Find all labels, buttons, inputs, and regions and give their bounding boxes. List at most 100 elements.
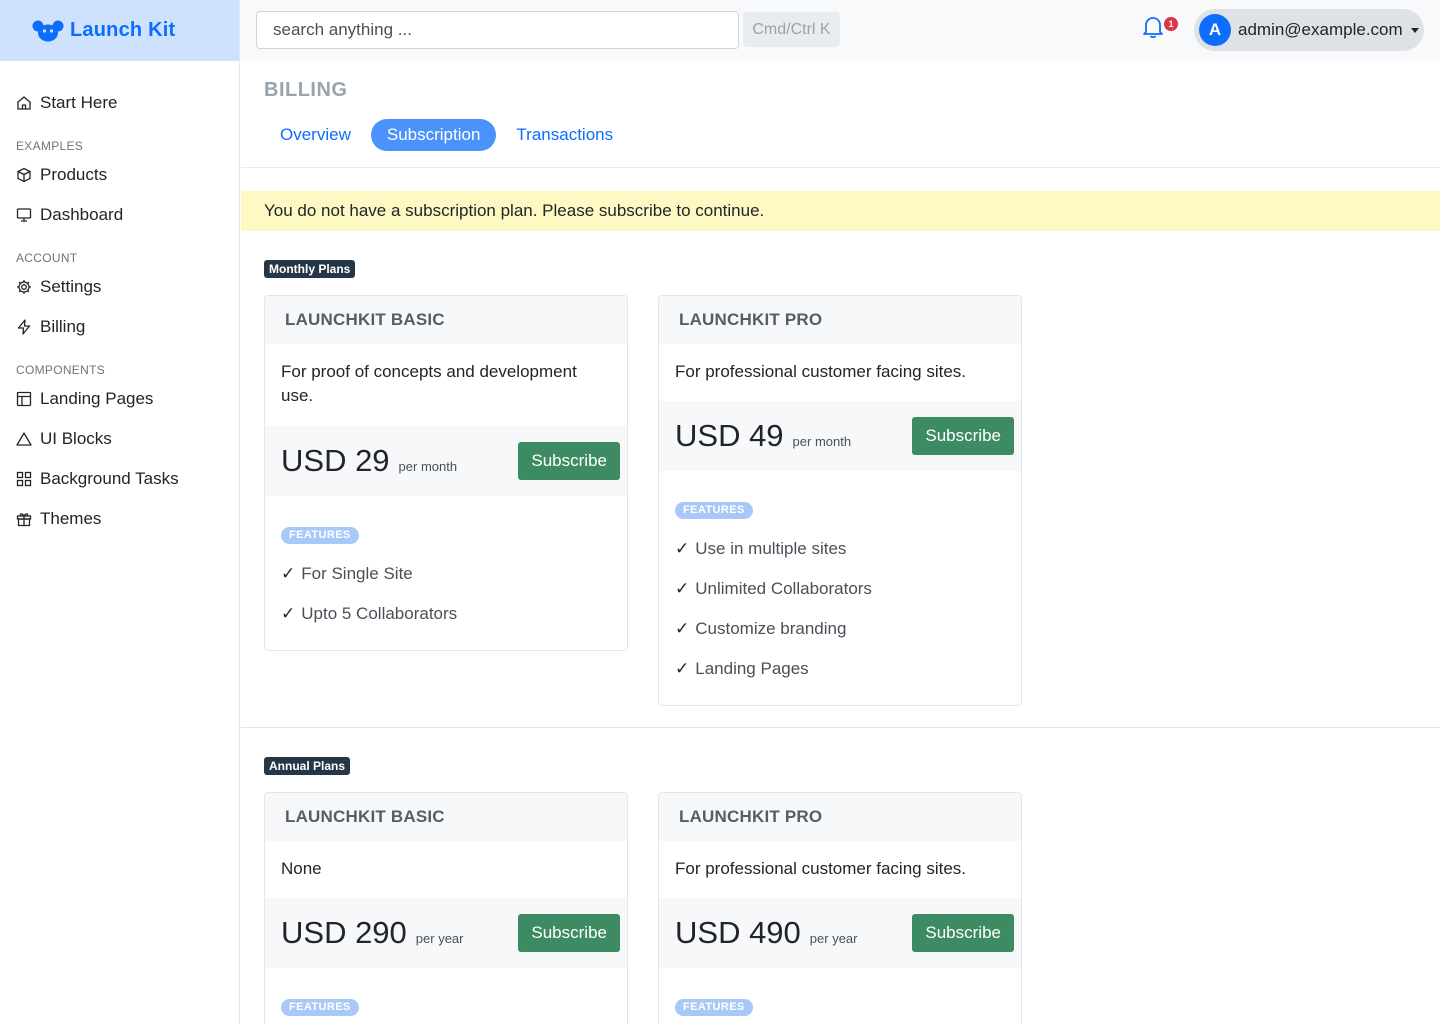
feature-item: ✓ Unlimited Collaborators xyxy=(675,569,1005,609)
chevron-down-icon xyxy=(1410,27,1419,33)
plan-card-annual-basic: LAUNCHKIT BASIC None USD 290 per year Su… xyxy=(264,792,628,1024)
price-row: USD 29 per month Subscribe xyxy=(265,426,627,496)
plan-card-monthly-basic: LAUNCHKIT BASIC For proof of concepts an… xyxy=(264,295,628,651)
sidebar-section-examples: EXAMPLES xyxy=(16,139,84,153)
main-content: BILLING Overview Subscription Transactio… xyxy=(241,61,1440,1024)
feature-text: Use in multiple sites xyxy=(695,538,847,558)
user-menu[interactable]: A admin@example.com xyxy=(1194,9,1424,51)
section-divider xyxy=(241,727,1440,728)
plan-description: For proof of concepts and development us… xyxy=(281,362,577,405)
plan-period: per month xyxy=(398,458,458,474)
sidebar-item-label: UI Blocks xyxy=(40,429,112,448)
sidebar-item-ui-blocks[interactable]: UI Blocks xyxy=(0,419,239,459)
sidebar-item-start-here[interactable]: Start Here xyxy=(0,83,239,123)
subscription-alert: You do not have a subscription plan. Ple… xyxy=(241,191,1440,231)
topbar: Cmd/Ctrl K 1 A admin@example.com xyxy=(240,0,1440,61)
tab-subscription[interactable]: Subscription xyxy=(370,119,497,151)
features-badge: FEATURES xyxy=(281,998,359,1016)
subscribe-button[interactable]: Subscribe xyxy=(912,914,1014,952)
plan-card-monthly-pro: LAUNCHKIT PRO For professional customer … xyxy=(658,295,1022,706)
subscribe-button[interactable]: Subscribe xyxy=(912,417,1014,455)
sidebar-item-label: Background Tasks xyxy=(40,469,179,488)
sidebar-item-label: Themes xyxy=(40,509,102,528)
tab-overview[interactable]: Overview xyxy=(264,119,367,151)
sidebar-item-products[interactable]: Products xyxy=(0,155,239,195)
notification-count-badge: 1 xyxy=(1164,17,1178,31)
bell-icon[interactable] xyxy=(1142,15,1168,41)
brand[interactable]: Launch Kit xyxy=(0,0,239,61)
sidebar-item-background-tasks[interactable]: Background Tasks xyxy=(0,459,239,499)
annual-plans-badge: Annual Plans xyxy=(264,757,351,775)
billing-tabs: Overview Subscription Transactions xyxy=(264,119,633,151)
feature-text: For Single Site xyxy=(301,563,413,583)
features-section: FEATURES xyxy=(659,968,1021,1024)
plan-price: USD 290 xyxy=(281,915,407,950)
sidebar-item-landing-pages[interactable]: Landing Pages xyxy=(0,379,239,419)
plan-period: per month xyxy=(792,433,852,449)
monitor-icon xyxy=(16,207,32,223)
gear-icon xyxy=(16,279,32,295)
sidebar-item-label: Products xyxy=(40,165,108,184)
avatar: A xyxy=(1199,14,1231,46)
sidebar-item-settings[interactable]: Settings xyxy=(0,267,239,307)
check-icon: ✓ xyxy=(675,538,690,558)
features-list: ✓ For Single Site ✓ Upto 5 Collaborators xyxy=(281,554,611,634)
features-section: FEATURES ✓ For Single Site ✓ Upto 5 Collab… xyxy=(265,496,627,650)
tab-transactions[interactable]: Transactions xyxy=(500,119,629,151)
price-row: USD 490 per year Subscribe xyxy=(659,898,1021,968)
plan-name: LAUNCHKIT PRO xyxy=(659,793,1021,841)
grid-icon xyxy=(16,471,32,487)
layout-icon xyxy=(16,391,32,407)
brand-name: Launch Kit xyxy=(70,19,176,41)
features-list: ✓ Use in multiple sites ✓ Unlimited Collab… xyxy=(675,529,1005,689)
page-header: BILLING Overview Subscription Transactio… xyxy=(241,61,1440,168)
features-badge: FEATURES xyxy=(281,526,359,544)
plan-card-annual-pro: LAUNCHKIT PRO For professional customer … xyxy=(658,792,1022,1024)
feature-item: ✓ Customize branding xyxy=(675,609,1005,649)
sidebar-nav: Start Here EXAMPLES Products Dashboard A… xyxy=(0,61,239,539)
check-icon: ✓ xyxy=(281,603,296,623)
feature-text: Unlimited Collaborators xyxy=(695,578,872,598)
sidebar-item-label: Settings xyxy=(40,277,102,296)
user-email: admin@example.com xyxy=(1238,20,1403,39)
plan-period: per year xyxy=(809,930,858,946)
feature-item: ✓ For Single Site xyxy=(281,554,611,594)
plan-name: LAUNCHKIT BASIC xyxy=(265,296,627,344)
sidebar-item-dashboard[interactable]: Dashboard xyxy=(0,195,239,235)
search-shortcut-hint: Cmd/Ctrl K xyxy=(743,12,840,47)
sidebar-item-billing[interactable]: Billing xyxy=(0,307,239,347)
sidebar-item-themes[interactable]: Themes xyxy=(0,499,239,539)
check-icon: ✓ xyxy=(675,578,690,598)
check-icon: ✓ xyxy=(675,618,690,638)
subscribe-button[interactable]: Subscribe xyxy=(518,914,620,952)
sidebar-item-label: Start Here xyxy=(40,93,118,112)
home-icon xyxy=(16,95,32,111)
feature-item: ✓ Landing Pages xyxy=(675,649,1005,689)
feature-item: ✓ Use in multiple sites xyxy=(675,529,1005,569)
price-row: USD 290 per year Subscribe xyxy=(265,898,627,968)
subscribe-button[interactable]: Subscribe xyxy=(518,442,620,480)
feature-text: Landing Pages xyxy=(695,658,809,678)
sidebar-item-label: Dashboard xyxy=(40,205,124,224)
plan-period: per year xyxy=(415,930,464,946)
plan-price: USD 29 xyxy=(281,443,390,478)
sidebar-section-components: COMPONENTS xyxy=(16,363,106,377)
plan-description: None xyxy=(281,859,322,878)
triangle-icon xyxy=(16,431,32,447)
mouse-logo-icon xyxy=(32,20,64,42)
check-icon: ✓ xyxy=(675,658,690,678)
plan-price: USD 490 xyxy=(675,915,801,950)
features-section: FEATURES ✓ Use in multiple sites ✓ Unlimit… xyxy=(659,471,1021,705)
features-section: FEATURES xyxy=(265,968,627,1024)
search-input[interactable] xyxy=(256,11,739,49)
feature-text: Upto 5 Collaborators xyxy=(301,603,458,623)
plan-name: LAUNCHKIT PRO xyxy=(659,296,1021,344)
page-title: BILLING xyxy=(264,79,348,101)
plan-name: LAUNCHKIT BASIC xyxy=(265,793,627,841)
price-row: USD 49 per month Subscribe xyxy=(659,401,1021,471)
plan-description: For professional customer facing sites. xyxy=(675,859,967,878)
plan-description: For professional customer facing sites. xyxy=(675,362,967,381)
features-badge: FEATURES xyxy=(675,998,753,1016)
check-icon: ✓ xyxy=(281,563,296,583)
sidebar: Launch Kit Start Here EXAMPLES Products … xyxy=(0,0,240,1024)
